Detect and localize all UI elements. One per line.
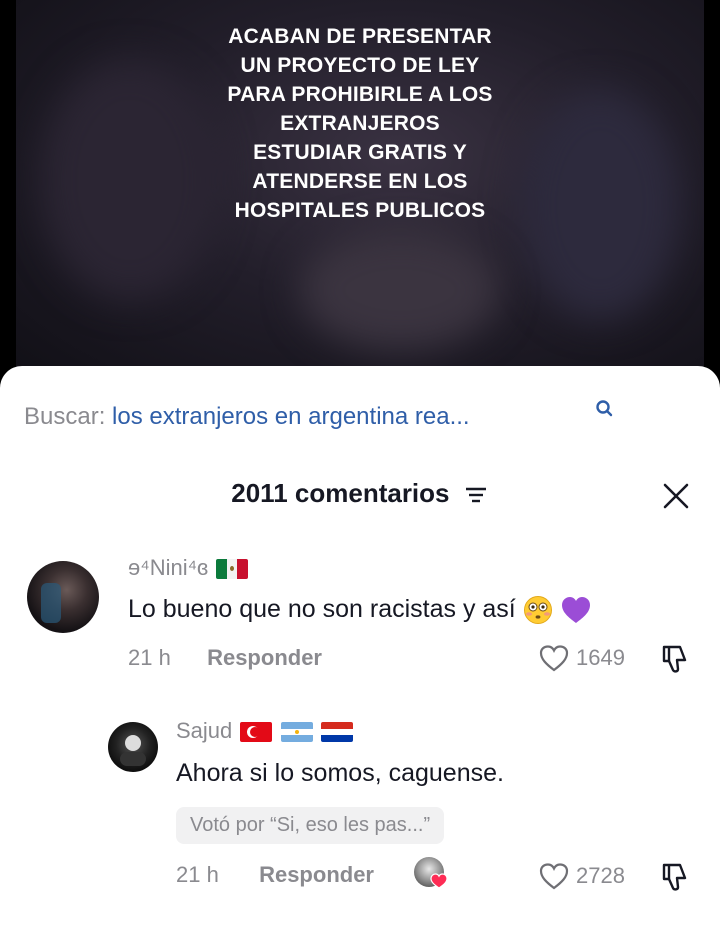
paraguay-flag-icon [320, 722, 353, 743]
reply-username[interactable]: Sajud [176, 718, 353, 744]
like-count: 2728 [576, 863, 625, 888]
search-label: Buscar: [24, 403, 106, 430]
caption-line: EXTRANJEROS [280, 112, 440, 135]
video-caption: ACABAN DE PRESENTAR UN PROYECTO DE LEY P… [190, 22, 530, 225]
heart-outline-icon [539, 645, 569, 672]
close-icon[interactable] [660, 480, 692, 512]
reply-button[interactable]: Responder [259, 862, 374, 887]
username-text: Sajud [176, 718, 233, 743]
heart-filled-icon [430, 873, 448, 889]
like-count: 1649 [576, 645, 625, 670]
video-preview[interactable]: ACABAN DE PRESENTAR UN PROYECTO DE LEY P… [0, 0, 720, 390]
caption-line: UN PROYECTO DE LEY [240, 54, 480, 77]
mexico-flag-icon [216, 559, 249, 580]
vote-text: Votó por “Si, eso les pas...” [190, 814, 431, 836]
caption-line: ACABAN DE PRESENTAR [228, 25, 492, 48]
search-icon[interactable] [593, 397, 617, 421]
comment-text: Lo bueno que no son racistas y así [128, 595, 592, 625]
video-blur-shape [300, 230, 500, 350]
poll-vote-badge: Votó por “Si, eso les pas...” [176, 807, 445, 844]
flushed-face-icon [523, 596, 552, 625]
search-suggestion[interactable]: Buscar: los extranjeros en argentina rea… [24, 403, 470, 431]
caption-line: HOSPITALES PUBLICOS [234, 199, 486, 222]
reply-text: Ahora si lo somos, caguense. [176, 759, 504, 788]
like-button[interactable]: 1649 [538, 644, 625, 672]
creator-liked-badge [414, 857, 450, 893]
reply-time: 21 h [176, 862, 219, 887]
sort-filter-icon[interactable] [463, 484, 489, 506]
comments-header: 2011 comentarios [0, 478, 720, 509]
caption-line: ESTUDIAR GRATIS Y [253, 141, 467, 164]
purple-heart-icon [561, 597, 590, 624]
argentina-flag-icon [280, 722, 313, 743]
dislike-icon[interactable] [658, 860, 692, 894]
reply-button[interactable]: Responder [207, 645, 322, 670]
reply-body: Ahora si lo somos, caguense. [176, 759, 504, 787]
search-query[interactable]: los extranjeros en argentina rea... [112, 403, 470, 430]
reply-meta: 21 h Responder [176, 862, 374, 888]
comment-body: Lo bueno que no son racistas y así [128, 595, 516, 623]
video-border-left [0, 0, 16, 390]
comments-count-title: 2011 comentarios [231, 478, 450, 508]
caption-line: ATENDERSE EN LOS [252, 170, 468, 193]
turkey-flag-icon [240, 722, 273, 743]
reply-avatar[interactable] [108, 722, 158, 772]
reply-like-button[interactable]: 2728 [538, 862, 625, 890]
username-text: ɘ⁴Nini⁴ɞ [128, 555, 209, 580]
heart-outline-icon [539, 863, 569, 890]
comment-time: 21 h [128, 645, 171, 670]
video-border-right [704, 0, 720, 390]
caption-line: PARA PROHIBIRLE A LOS [227, 83, 493, 106]
avatar[interactable] [27, 561, 99, 633]
comment-username[interactable]: ɘ⁴Nini⁴ɞ [128, 555, 249, 581]
dislike-icon[interactable] [658, 642, 692, 676]
video-blur-shape [520, 90, 680, 320]
comment-meta: 21 h Responder [128, 645, 322, 671]
